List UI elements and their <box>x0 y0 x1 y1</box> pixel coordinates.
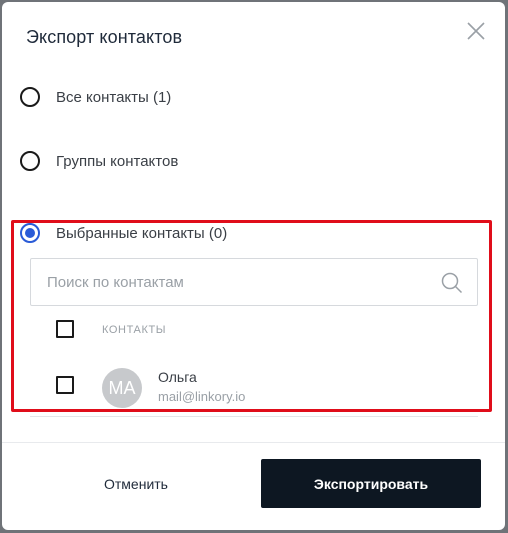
search-icon[interactable] <box>441 272 463 294</box>
option-selected-contacts[interactable]: Выбранные контакты (0) <box>20 223 227 243</box>
radio-all-contacts[interactable] <box>20 87 40 107</box>
avatar: MA <box>102 368 142 408</box>
option-contact-groups[interactable]: Группы контактов <box>20 151 178 171</box>
cancel-button[interactable]: Отменить <box>26 460 246 508</box>
search-input[interactable] <box>47 273 427 291</box>
contacts-column-header: КОНТАКТЫ <box>102 324 167 336</box>
footer-divider <box>2 442 505 443</box>
contact-row-checkbox[interactable] <box>56 376 74 394</box>
contact-name: Ольга <box>158 369 197 385</box>
contact-search-box[interactable] <box>30 258 478 306</box>
option-all-contacts-label: Все контакты (1) <box>56 88 172 106</box>
selection-highlight-frame <box>11 220 492 412</box>
close-icon[interactable] <box>464 19 488 43</box>
export-button[interactable]: Экспортировать <box>261 459 481 508</box>
export-contacts-dialog: Экспорт контактов Все контакты (1) Групп… <box>2 2 505 530</box>
radio-contact-groups[interactable] <box>20 151 40 171</box>
list-divider <box>30 416 478 417</box>
option-contact-groups-label: Группы контактов <box>56 152 179 170</box>
radio-selected-contacts[interactable] <box>20 223 40 243</box>
select-all-checkbox[interactable] <box>56 320 74 338</box>
option-selected-contacts-label: Выбранные контакты (0) <box>56 224 228 242</box>
dialog-title: Экспорт контактов <box>26 27 183 47</box>
option-all-contacts[interactable]: Все контакты (1) <box>20 87 171 107</box>
contact-email: mail@linkory.io <box>158 389 246 404</box>
